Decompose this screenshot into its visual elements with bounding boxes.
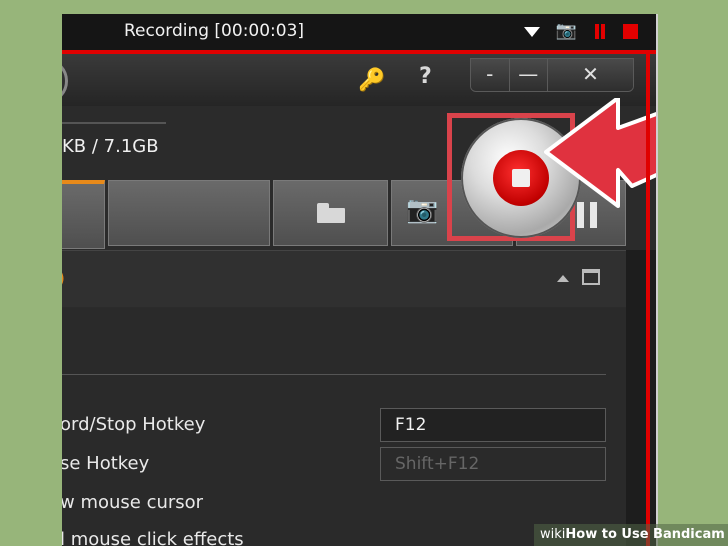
- window-buttons: - — ✕: [470, 58, 634, 92]
- window-restore-icon[interactable]: [582, 269, 600, 285]
- red-arrow-icon: [544, 98, 656, 208]
- open-folder-button[interactable]: [273, 180, 388, 246]
- stop-square-icon: [493, 150, 549, 206]
- mouse-click-effects-label[interactable]: l mouse click effects: [62, 529, 244, 546]
- panel-header-title: ): [62, 268, 65, 289]
- stop-icon[interactable]: [623, 24, 638, 39]
- key-icon[interactable]: 🔑: [358, 68, 385, 93]
- camera-icon[interactable]: 📷: [556, 23, 577, 40]
- record-stop-hotkey-label: ord/Stop Hotkey: [62, 414, 206, 435]
- record-stop-hotkey-field[interactable]: F12: [380, 408, 606, 442]
- mini-mode-button[interactable]: -: [471, 59, 510, 91]
- pause-hotkey-label: se Hotkey: [62, 453, 150, 474]
- toolbar-button-blank[interactable]: [108, 180, 270, 246]
- pause-hotkey-field[interactable]: Shift+F12: [380, 447, 606, 481]
- panel-header: ): [62, 250, 626, 307]
- section-divider: [62, 374, 606, 375]
- recording-bar: Recording [00:00:03] 📷: [62, 14, 656, 54]
- dropdown-triangle-icon[interactable]: [523, 26, 540, 37]
- camera-icon: 📷: [406, 195, 439, 225]
- bandicam-window: Recording [00:00:03] 📷 🔑 ? - — ✕ KB / 7.…: [62, 14, 656, 546]
- folder-icon: [317, 203, 345, 223]
- watermark-text: How to Use Bandicam: [565, 527, 725, 542]
- watermark-brand: wiki: [540, 527, 566, 542]
- right-scroll-strip: [626, 250, 656, 546]
- toolbar-button-active[interactable]: [62, 180, 105, 249]
- pause-icon[interactable]: [593, 24, 607, 39]
- settings-panel: ord/Stop Hotkey F12 se Hotkey Shift+F12 …: [62, 308, 626, 546]
- close-button[interactable]: ✕: [548, 59, 633, 91]
- logo-ring: [62, 58, 68, 104]
- watermark: wikiHow to Use Bandicam: [534, 524, 728, 546]
- minimize-button[interactable]: —: [509, 59, 549, 91]
- size-divider: [62, 122, 166, 124]
- window-edge: [656, 14, 658, 546]
- file-size-info: KB / 7.1GB: [62, 136, 159, 157]
- recording-controls: 📷: [523, 23, 638, 40]
- show-mouse-cursor-label[interactable]: w mouse cursor: [62, 492, 203, 513]
- help-icon[interactable]: ?: [419, 64, 432, 89]
- recording-title: Recording [00:00:03]: [124, 21, 305, 41]
- recording-region-border: [646, 50, 650, 546]
- collapse-up-icon[interactable]: [557, 275, 569, 282]
